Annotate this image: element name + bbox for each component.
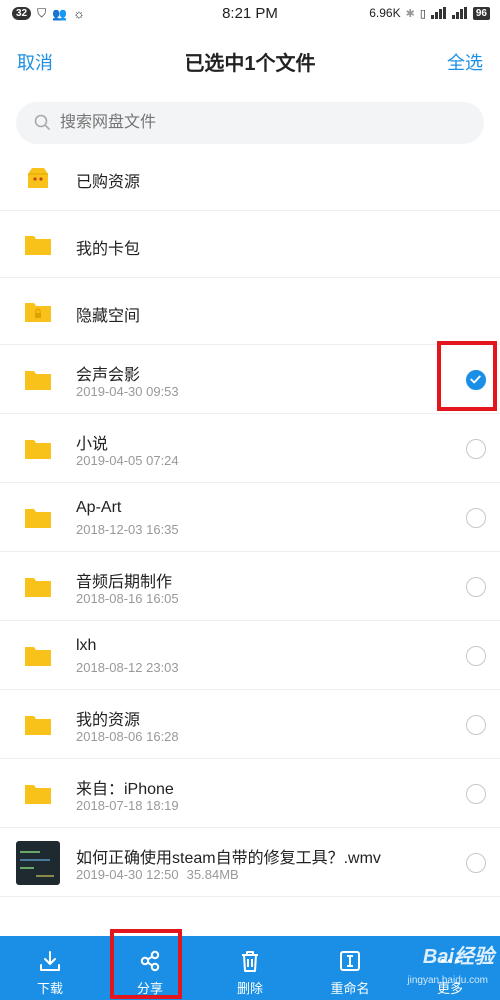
watermark-site: jingyan.baidu.com [407,975,488,986]
item-name: 小说 [76,436,109,453]
item-size: 35.84MB [186,867,239,882]
share-label: 分享 [136,981,163,996]
folder-icon [25,785,51,804]
page-title: 已选中1个文件 [184,53,316,75]
folder-icon [25,440,51,459]
select-all-button[interactable]: 全选 [447,49,483,75]
list-item[interactable]: 来自：iPhone 2018-07-18 18:19 [0,759,500,828]
list-item[interactable]: 如何正确使用steam自带的修复工具？.wmv 2019-04-30 12:50… [0,828,500,897]
folder-icon [25,371,51,390]
signal-icon [430,7,447,19]
list-item[interactable]: 小说 2019-04-05 07:24 [0,414,500,483]
download-label: 下载 [36,981,63,996]
download-icon [40,951,60,971]
list-item[interactable]: 已购资源 [0,144,500,211]
list-item[interactable]: 我的资源 2018-08-06 16:28 [0,690,500,759]
locked-folder-icon [25,303,51,322]
folder-icon [25,509,51,528]
video-thumbnail [16,841,60,885]
selection-checkbox[interactable] [466,853,486,873]
item-name: lxh [76,637,97,654]
selection-checkbox[interactable] [466,508,486,528]
item-name: 隐藏空间 [76,308,141,325]
selection-checkbox[interactable] [466,577,486,597]
download-button[interactable]: 下载 [0,936,100,1000]
checkmark-icon [470,375,481,384]
selection-checkbox[interactable] [466,784,486,804]
app-screen: 32 ⛉ 👥 ☼ 8:21 PM 6.96K ✱ ▯ 96 取消 已选中1个文件… [0,0,500,1000]
selection-checkbox[interactable] [466,646,486,666]
item-meta: 2019-04-30 12:50 35.84MB [76,867,239,882]
list-item[interactable]: Ap-Art 2018-12-03 16:35 [0,483,500,552]
signal-2-icon [451,7,468,19]
delete-label: 删除 [236,981,263,996]
selection-checkbox[interactable] [466,439,486,459]
folder-icon [25,236,51,255]
file-list: 已购资源 我的卡包 隐藏空间 会声会影 2019-04-30 09:53 小说 … [0,144,500,897]
item-date: 2018-07-18 18:19 [76,798,179,813]
list-item[interactable]: lxh 2018-08-12 23:03 [0,621,500,690]
item-name: 音频后期制作 [76,574,173,591]
list-item[interactable]: 音频后期制作 2018-08-16 16:05 [0,552,500,621]
selection-header: 取消 已选中1个文件 全选 [0,30,500,90]
search-input[interactable] [60,102,460,144]
rename-button[interactable]: 重命名 [300,936,400,1000]
item-date: 2018-12-03 16:35 [76,522,179,537]
share-icon [140,950,160,972]
item-date: 2018-08-12 23:03 [76,660,179,675]
search-bar[interactable] [16,102,484,144]
purchased-bag-icon [28,168,48,188]
list-item[interactable]: 会声会影 2019-04-30 09:53 [0,345,500,414]
delete-button[interactable]: 删除 [200,936,300,1000]
item-name: 如何正确使用steam自带的修复工具？.wmv [76,850,381,867]
watermark-logo: Bai经验 [422,946,494,968]
folder-icon [25,578,51,597]
item-date: 2019-04-30 12:50 [76,867,179,882]
item-name: 我的资源 [76,712,141,729]
battery-indicator: 96 [472,6,490,20]
list-item[interactable]: 我的卡包 [0,211,500,278]
item-date: 2019-04-30 09:53 [76,384,179,399]
item-name: 我的卡包 [76,241,141,258]
rename-label: 重命名 [330,981,370,996]
item-name: Ap-Art [76,499,122,516]
folder-icon [25,647,51,666]
rename-icon [340,951,360,971]
status-bar: 32 ⛉ 👥 ☼ 8:21 PM 6.96K ✱ ▯ 96 [0,0,500,28]
folder-icon [25,716,51,735]
search-icon [34,114,50,130]
trash-icon [242,951,258,972]
item-name: 来自：iPhone [76,781,174,798]
list-item[interactable]: 隐藏空间 [0,278,500,345]
vibrate-icon: ▯ [419,7,426,20]
item-date: 2018-08-06 16:28 [76,729,179,744]
share-button[interactable]: 分享 [100,936,200,1000]
selection-checkbox[interactable] [466,715,486,735]
item-date: 2018-08-16 16:05 [76,591,179,606]
item-name: 会声会影 [76,367,141,384]
selection-checkbox-checked[interactable] [466,370,486,390]
network-speed: 6.96K [369,6,401,20]
bluetooth-icon: ✱ [405,7,415,20]
item-name: 已购资源 [76,174,141,191]
item-date: 2019-04-05 07:24 [76,453,179,468]
